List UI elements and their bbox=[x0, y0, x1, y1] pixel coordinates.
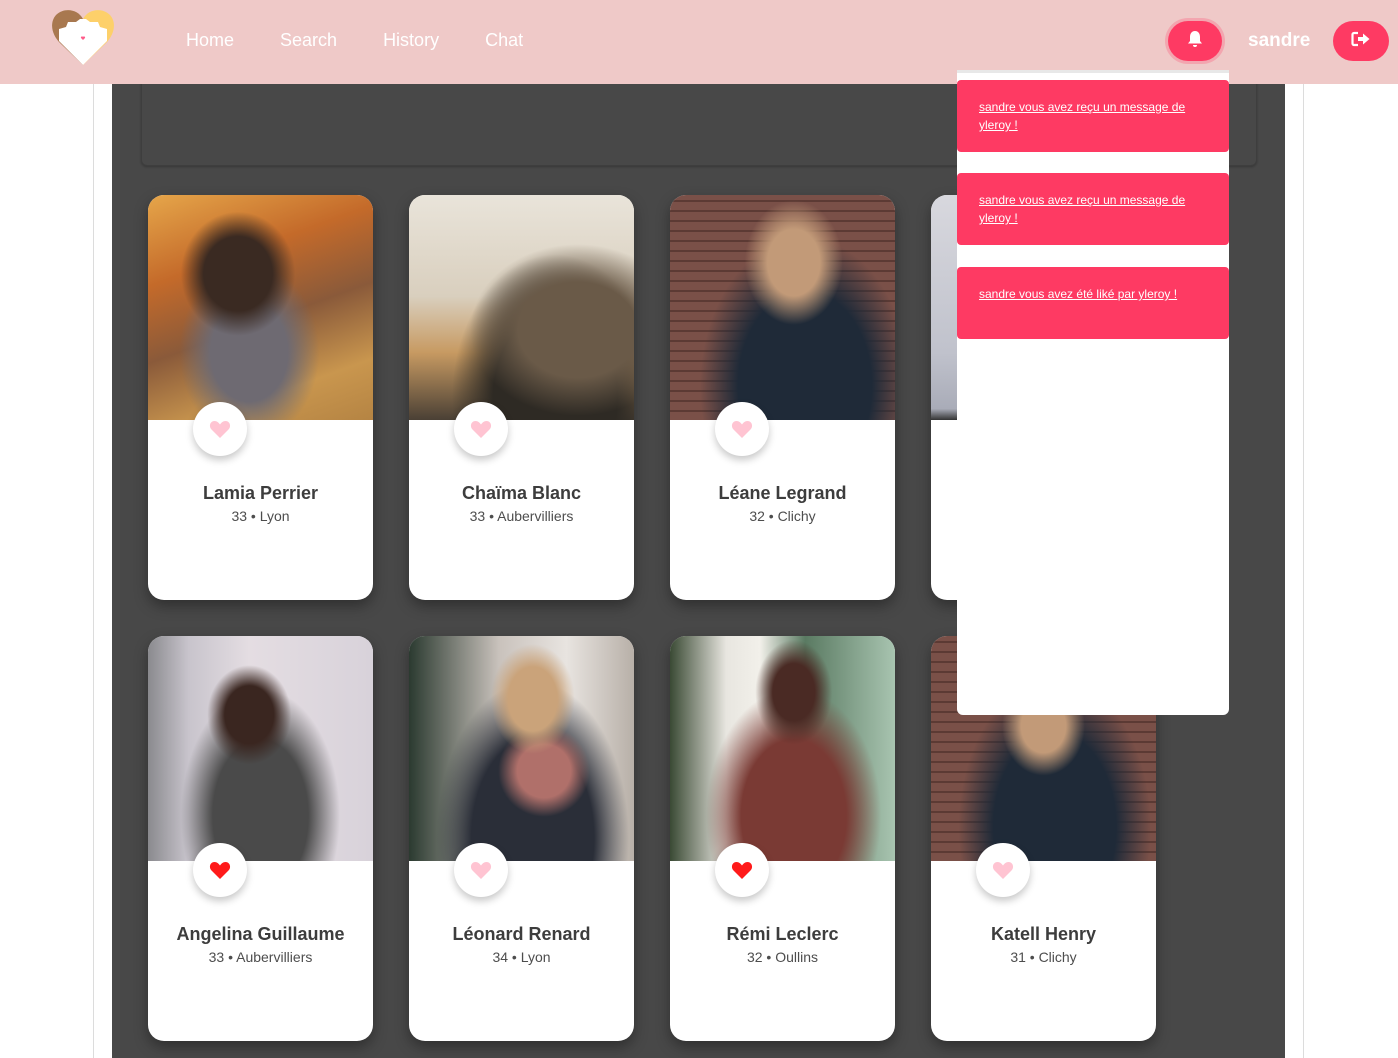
profile-age-city: 34 • Lyon bbox=[492, 949, 551, 965]
profile-photo[interactable] bbox=[148, 636, 373, 861]
notifications-button[interactable] bbox=[1168, 21, 1222, 61]
profile-card[interactable]: Angelina Guillaume 33 • Aubervilliers bbox=[148, 636, 373, 1041]
heart-icon bbox=[209, 862, 231, 879]
heart-icon bbox=[992, 862, 1014, 879]
notifications-dropdown: sandre vous avez reçu un message de yler… bbox=[957, 70, 1229, 715]
profile-photo[interactable] bbox=[409, 636, 634, 861]
profile-name: Katell Henry bbox=[990, 924, 1097, 944]
profile-name: Lamia Perrier bbox=[202, 483, 319, 503]
profile-photo[interactable] bbox=[670, 636, 895, 861]
notification-link[interactable]: sandre vous avez reçu un message de yler… bbox=[979, 191, 1199, 227]
profile-age-city: 31 • Clichy bbox=[1010, 949, 1077, 965]
notification-link[interactable]: sandre vous avez reçu un message de yler… bbox=[979, 98, 1199, 134]
like-button[interactable] bbox=[454, 402, 508, 456]
profile-photo[interactable] bbox=[670, 195, 895, 420]
profile-name: Léonard Renard bbox=[452, 924, 591, 944]
notification-item[interactable]: sandre vous avez reçu un message de yler… bbox=[957, 173, 1229, 245]
nav-search[interactable]: Search bbox=[280, 30, 337, 51]
heart-logo-icon[interactable] bbox=[50, 7, 116, 67]
profile-card[interactable]: Lamia Perrier 33 • Lyon bbox=[148, 195, 373, 600]
like-button[interactable] bbox=[715, 402, 769, 456]
profile-photo[interactable] bbox=[409, 195, 634, 420]
notification-item[interactable]: sandre vous avez reçu un message de yler… bbox=[957, 80, 1229, 152]
profile-name: Léane Legrand bbox=[718, 483, 847, 503]
profile-name: Rémi Leclerc bbox=[726, 924, 839, 944]
profile-photo[interactable] bbox=[148, 195, 373, 420]
like-button[interactable] bbox=[193, 402, 247, 456]
like-button[interactable] bbox=[454, 843, 508, 897]
username[interactable]: sandre bbox=[1248, 30, 1310, 52]
page-border-left bbox=[93, 84, 94, 1058]
profile-age-city: 33 • Aubervilliers bbox=[208, 949, 313, 965]
like-button[interactable] bbox=[715, 843, 769, 897]
profile-card[interactable]: Rémi Leclerc 32 • Oullins bbox=[670, 636, 895, 1041]
heart-icon bbox=[731, 862, 753, 879]
nav-history[interactable]: History bbox=[383, 30, 439, 51]
heart-icon bbox=[731, 421, 753, 438]
heart-icon bbox=[209, 421, 231, 438]
nav-chat[interactable]: Chat bbox=[485, 30, 523, 51]
logout-button[interactable] bbox=[1333, 21, 1389, 61]
nav-links: Home Search History Chat bbox=[186, 30, 569, 51]
profile-card[interactable]: Léane Legrand 32 • Clichy bbox=[670, 195, 895, 600]
profile-age-city: 33 • Lyon bbox=[231, 508, 290, 524]
notification-link[interactable]: sandre vous avez été liké par yleroy ! bbox=[979, 285, 1199, 303]
like-button[interactable] bbox=[976, 843, 1030, 897]
bell-icon bbox=[1187, 30, 1203, 53]
profile-age-city: 32 • Oullins bbox=[746, 949, 819, 965]
profile-name: Chaïma Blanc bbox=[461, 483, 582, 503]
profile-card[interactable]: Léonard Renard 34 • Lyon bbox=[409, 636, 634, 1041]
notification-item[interactable]: sandre vous avez été liké par yleroy ! bbox=[957, 267, 1229, 339]
heart-icon bbox=[470, 421, 492, 438]
heart-icon bbox=[470, 862, 492, 879]
nav-home[interactable]: Home bbox=[186, 30, 234, 51]
profile-card[interactable]: Chaïma Blanc 33 • Aubervilliers bbox=[409, 195, 634, 600]
profile-age-city: 32 • Clichy bbox=[749, 508, 816, 524]
profile-name: Angelina Guillaume bbox=[176, 924, 345, 944]
sign-out-icon bbox=[1351, 31, 1371, 52]
like-button[interactable] bbox=[193, 843, 247, 897]
profile-age-city: 33 • Aubervilliers bbox=[469, 508, 574, 524]
page-border-right bbox=[1303, 84, 1304, 1058]
